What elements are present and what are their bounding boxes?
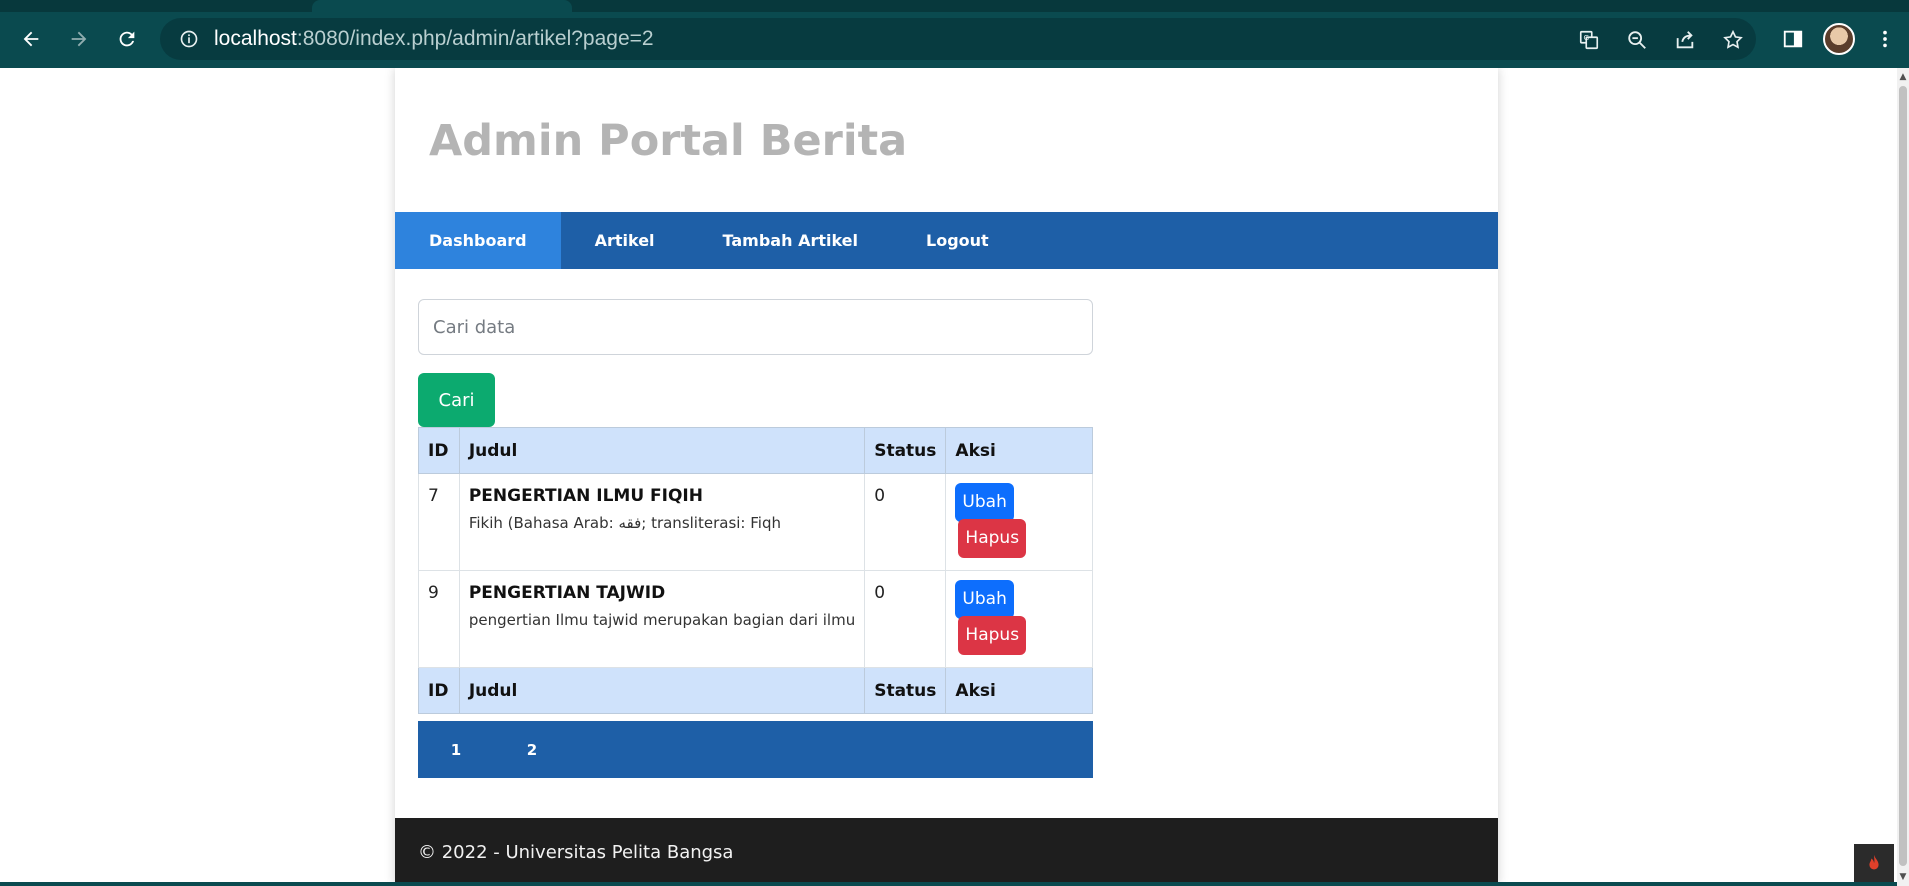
column-header-judul: Judul xyxy=(458,427,866,474)
main-navbar: Dashboard Artikel Tambah Artikel Logout xyxy=(395,212,1498,269)
pagination: 1 2 xyxy=(418,721,1093,778)
cell-id: 7 xyxy=(418,473,460,571)
table-row: 7 PENGERTIAN ILMU FIQIH Fikih (Bahasa Ar… xyxy=(418,473,1093,571)
article-title: PENGERTIAN TAJWID xyxy=(468,583,666,603)
cell-aksi: UbahHapus xyxy=(945,473,1093,571)
cell-status: 0 xyxy=(864,570,947,668)
article-snippet: Fikih (Bahasa Arab: فقه; transliterasi: … xyxy=(468,514,781,532)
scroll-up-icon[interactable]: ▲ xyxy=(1897,70,1909,84)
column-footer-id: ID xyxy=(418,667,460,714)
column-header-status: Status xyxy=(864,427,947,474)
delete-button[interactable]: Hapus xyxy=(958,519,1027,558)
page-footer: © 2022 - Universitas Pelita Bangsa xyxy=(395,818,1498,886)
edit-button[interactable]: Ubah xyxy=(955,483,1014,522)
profile-avatar[interactable] xyxy=(1822,22,1856,56)
column-header-aksi: Aksi xyxy=(945,427,1093,474)
table-footer-row: ID Judul Status Aksi xyxy=(418,667,1093,714)
translate-icon[interactable]: G xyxy=(1576,27,1602,53)
cell-status: 0 xyxy=(864,473,947,571)
article-snippet: pengertian Ilmu tajwid merupakan bagian … xyxy=(468,611,856,629)
debug-toolbar-flame-icon[interactable] xyxy=(1854,844,1894,884)
column-header-id: ID xyxy=(418,427,460,474)
cell-aksi: UbahHapus xyxy=(945,570,1093,668)
side-panel-icon[interactable] xyxy=(1776,22,1810,56)
column-footer-aksi: Aksi xyxy=(945,667,1093,714)
cell-id: 9 xyxy=(418,570,460,668)
back-icon[interactable] xyxy=(16,24,46,54)
info-icon[interactable] xyxy=(178,28,200,50)
nav-item-logout[interactable]: Logout xyxy=(892,212,1023,269)
nav-item-tambah-artikel[interactable]: Tambah Artikel xyxy=(689,212,892,269)
nav-item-artikel[interactable]: Artikel xyxy=(561,212,689,269)
cell-judul: PENGERTIAN TAJWID pengertian Ilmu tajwid… xyxy=(458,570,866,668)
page-viewport: Admin Portal Berita Dashboard Artikel Ta… xyxy=(0,68,1897,886)
url-path: :8080/index.php/admin/artikel?page=2 xyxy=(296,27,654,50)
column-footer-status: Status xyxy=(864,667,947,714)
search-button[interactable]: Cari xyxy=(418,373,495,427)
reload-icon[interactable] xyxy=(112,24,142,54)
scroll-down-icon[interactable]: ▼ xyxy=(1897,870,1909,884)
table-row: 9 PENGERTIAN TAJWID pengertian Ilmu tajw… xyxy=(418,570,1093,668)
svg-text:G: G xyxy=(1584,33,1590,42)
vertical-scrollbar[interactable]: ▲ ▼ xyxy=(1897,68,1909,886)
url-host: localhost xyxy=(214,27,297,50)
page-link-2[interactable]: 2 xyxy=(494,741,570,759)
tab-strip xyxy=(0,0,1909,12)
page-title: Admin Portal Berita xyxy=(429,116,908,166)
page-link-1[interactable]: 1 xyxy=(418,741,494,759)
window-bottom-border xyxy=(0,882,1897,886)
article-title: PENGERTIAN ILMU FIQIH xyxy=(468,486,703,506)
nav-item-dashboard[interactable]: Dashboard xyxy=(395,212,561,269)
cell-judul: PENGERTIAN ILMU FIQIH Fikih (Bahasa Arab… xyxy=(458,473,866,571)
bookmark-star-icon[interactable] xyxy=(1720,27,1746,53)
search-input[interactable] xyxy=(418,299,1093,355)
zoom-out-icon[interactable] xyxy=(1624,27,1650,53)
share-icon[interactable] xyxy=(1672,27,1698,53)
active-tab[interactable] xyxy=(312,0,572,12)
menu-kebab-icon[interactable] xyxy=(1870,22,1900,56)
footer-copyright: © 2022 - Universitas Pelita Bangsa xyxy=(418,842,734,863)
page-container: Admin Portal Berita Dashboard Artikel Ta… xyxy=(395,68,1498,886)
scroll-thumb[interactable] xyxy=(1899,86,1907,866)
address-bar[interactable]: localhost:8080/index.php/admin/artikel?p… xyxy=(160,18,1756,60)
forward-icon[interactable] xyxy=(64,24,94,54)
edit-button[interactable]: Ubah xyxy=(955,580,1014,619)
article-table: ID Judul Status Aksi 7 PENGERTIAN ILMU F… xyxy=(418,427,1093,714)
table-header-row: ID Judul Status Aksi xyxy=(418,427,1093,474)
browser-toolbar: localhost:8080/index.php/admin/artikel?p… xyxy=(0,0,1909,68)
column-footer-judul: Judul xyxy=(458,667,866,714)
delete-button[interactable]: Hapus xyxy=(958,616,1027,655)
url-text[interactable]: localhost:8080/index.php/admin/artikel?p… xyxy=(214,27,654,51)
